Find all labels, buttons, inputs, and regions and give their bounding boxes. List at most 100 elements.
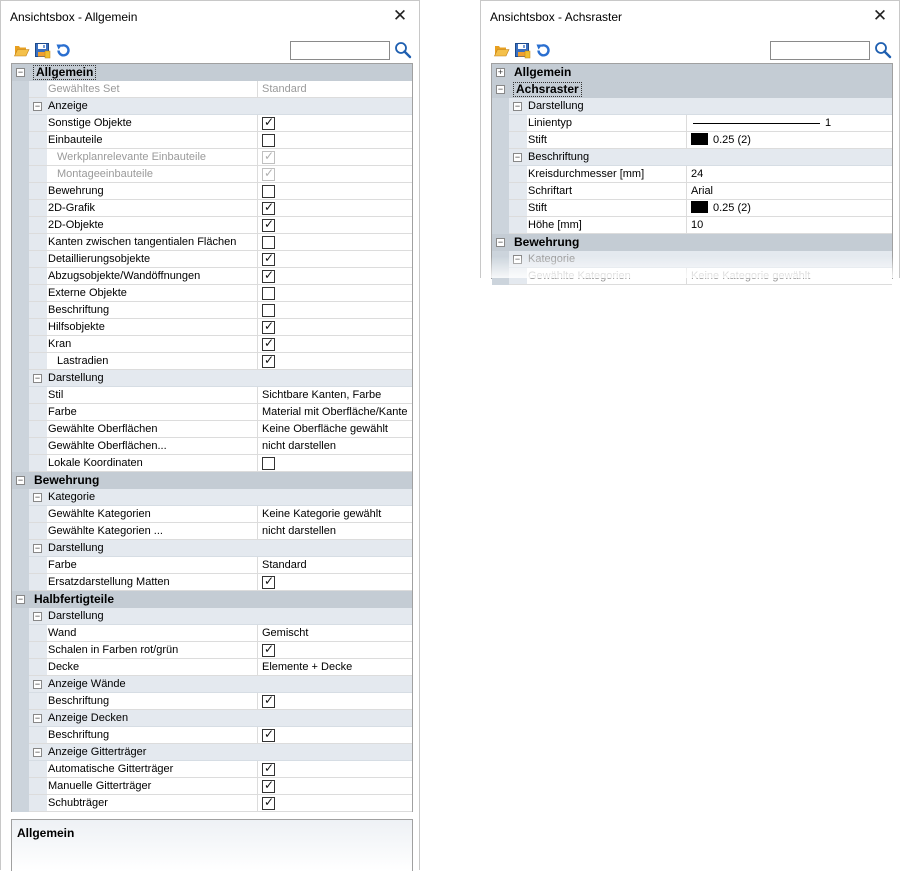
property-value[interactable]: ✓	[258, 200, 412, 216]
property-value[interactable]: ✓	[258, 642, 412, 658]
checkbox[interactable]: ✓	[262, 574, 275, 589]
checkbox[interactable]: ✓	[262, 795, 275, 810]
collapse-icon[interactable]: −	[513, 153, 522, 162]
checkbox[interactable]	[262, 134, 275, 147]
subcategory-row[interactable]: − Anzeige Wände	[12, 676, 412, 693]
property-value[interactable]: ✓	[258, 336, 412, 352]
property-value[interactable]: Standard	[258, 557, 412, 573]
checkbox[interactable]	[262, 287, 275, 300]
property-value[interactable]: Arial	[687, 183, 892, 199]
subcategory-row[interactable]: − Darstellung	[12, 608, 412, 625]
property-value[interactable]: ✓	[258, 795, 412, 811]
collapse-icon[interactable]: −	[33, 102, 42, 111]
collapse-icon[interactable]: −	[33, 714, 42, 723]
subcategory-row[interactable]: − Kategorie	[492, 251, 892, 268]
property-value[interactable]: Sichtbare Kanten, Farbe	[258, 387, 412, 403]
checkbox[interactable]	[262, 236, 275, 249]
undo-icon[interactable]	[55, 42, 72, 59]
checkbox[interactable]: ✓	[262, 251, 275, 266]
category-row[interactable]: + Allgemein	[492, 64, 892, 81]
collapse-icon[interactable]: −	[16, 68, 25, 77]
property-value[interactable]: ✓	[258, 353, 412, 369]
property-value[interactable]: ✓	[258, 217, 412, 233]
magnifier-icon[interactable]	[874, 41, 892, 59]
property-value[interactable]: 0.25 (2)	[687, 200, 892, 216]
property-value[interactable]: Keine Kategorie gewählt	[687, 268, 892, 284]
folder-open-icon[interactable]	[13, 42, 30, 59]
property-value[interactable]: ✓	[258, 268, 412, 284]
undo-icon[interactable]	[535, 42, 552, 59]
property-value[interactable]	[258, 132, 412, 148]
checkbox[interactable]: ✓	[262, 642, 275, 657]
search-input[interactable]	[290, 41, 390, 60]
collapse-icon[interactable]: −	[496, 85, 505, 94]
collapse-icon[interactable]: −	[33, 612, 42, 621]
category-row[interactable]: − Bewehrung	[12, 472, 412, 489]
property-value[interactable]: Material mit Oberfläche/Kante	[258, 404, 412, 420]
save-icon[interactable]	[34, 42, 51, 59]
property-value[interactable]	[258, 455, 412, 471]
property-value[interactable]: ✓	[258, 115, 412, 131]
property-value[interactable]: Standard	[258, 81, 412, 97]
checkbox[interactable]	[262, 304, 275, 317]
checkbox[interactable]: ✓	[262, 778, 275, 793]
subcategory-row[interactable]: − Anzeige Decken	[12, 710, 412, 727]
subcategory-row[interactable]: − Anzeige Gitterträger	[12, 744, 412, 761]
property-value[interactable]	[258, 302, 412, 318]
checkbox[interactable]: ✓	[262, 727, 275, 742]
subcategory-row[interactable]: − Kategorie	[12, 489, 412, 506]
checkbox[interactable]	[262, 185, 275, 198]
property-value[interactable]: ✓	[258, 319, 412, 335]
property-value[interactable]: nicht darstellen	[258, 438, 412, 454]
subcategory-row[interactable]: − Anzeige	[12, 98, 412, 115]
checkbox[interactable]: ✓	[262, 761, 275, 776]
property-value[interactable]	[258, 285, 412, 301]
close-icon[interactable]: ✕	[871, 7, 889, 25]
property-value[interactable]: 1	[687, 115, 892, 131]
category-row[interactable]: − Achsraster	[492, 81, 892, 98]
collapse-icon[interactable]: −	[16, 595, 25, 604]
checkbox[interactable]: ✓	[262, 217, 275, 232]
property-value[interactable]: Gemischt	[258, 625, 412, 641]
collapse-icon[interactable]: −	[16, 476, 25, 485]
subcategory-row[interactable]: − Beschriftung	[492, 149, 892, 166]
property-value[interactable]: ✓	[258, 727, 412, 743]
property-value[interactable]: 10	[687, 217, 892, 233]
property-value[interactable]: 24	[687, 166, 892, 182]
property-value[interactable]: ✓	[258, 166, 412, 182]
property-value[interactable]	[258, 234, 412, 250]
collapse-icon[interactable]: −	[33, 544, 42, 553]
property-value[interactable]: ✓	[258, 693, 412, 709]
collapse-icon[interactable]: −	[513, 102, 522, 111]
category-row[interactable]: − Bewehrung	[492, 234, 892, 251]
category-row[interactable]: − Halbfertigteile	[12, 591, 412, 608]
checkbox[interactable]: ✓	[262, 319, 275, 334]
save-icon[interactable]	[514, 42, 531, 59]
search-input[interactable]	[770, 41, 870, 60]
checkbox[interactable]: ✓	[262, 693, 275, 708]
property-value[interactable]: 0.25 (2)	[687, 132, 892, 148]
collapse-icon[interactable]: −	[496, 238, 505, 247]
category-row[interactable]: − Allgemein	[12, 64, 412, 81]
checkbox[interactable]	[262, 457, 275, 470]
subcategory-row[interactable]: − Darstellung	[12, 370, 412, 387]
checkbox[interactable]: ✓	[262, 115, 275, 130]
collapse-icon[interactable]: −	[33, 680, 42, 689]
expand-icon[interactable]: +	[496, 68, 505, 77]
subcategory-row[interactable]: − Darstellung	[12, 540, 412, 557]
property-value[interactable]: ✓	[258, 149, 412, 165]
checkbox[interactable]: ✓	[262, 336, 275, 351]
property-value[interactable]: Elemente + Decke	[258, 659, 412, 675]
collapse-icon[interactable]: −	[513, 255, 522, 264]
checkbox[interactable]: ✓	[262, 353, 275, 368]
collapse-icon[interactable]: −	[33, 493, 42, 502]
checkbox[interactable]: ✓	[262, 268, 275, 283]
collapse-icon[interactable]: −	[33, 748, 42, 757]
magnifier-icon[interactable]	[394, 41, 412, 59]
property-value[interactable]: Keine Oberfläche gewählt	[258, 421, 412, 437]
property-value[interactable]: ✓	[258, 778, 412, 794]
property-value[interactable]	[258, 183, 412, 199]
folder-open-icon[interactable]	[493, 42, 510, 59]
subcategory-row[interactable]: − Darstellung	[492, 98, 892, 115]
collapse-icon[interactable]: −	[33, 374, 42, 383]
